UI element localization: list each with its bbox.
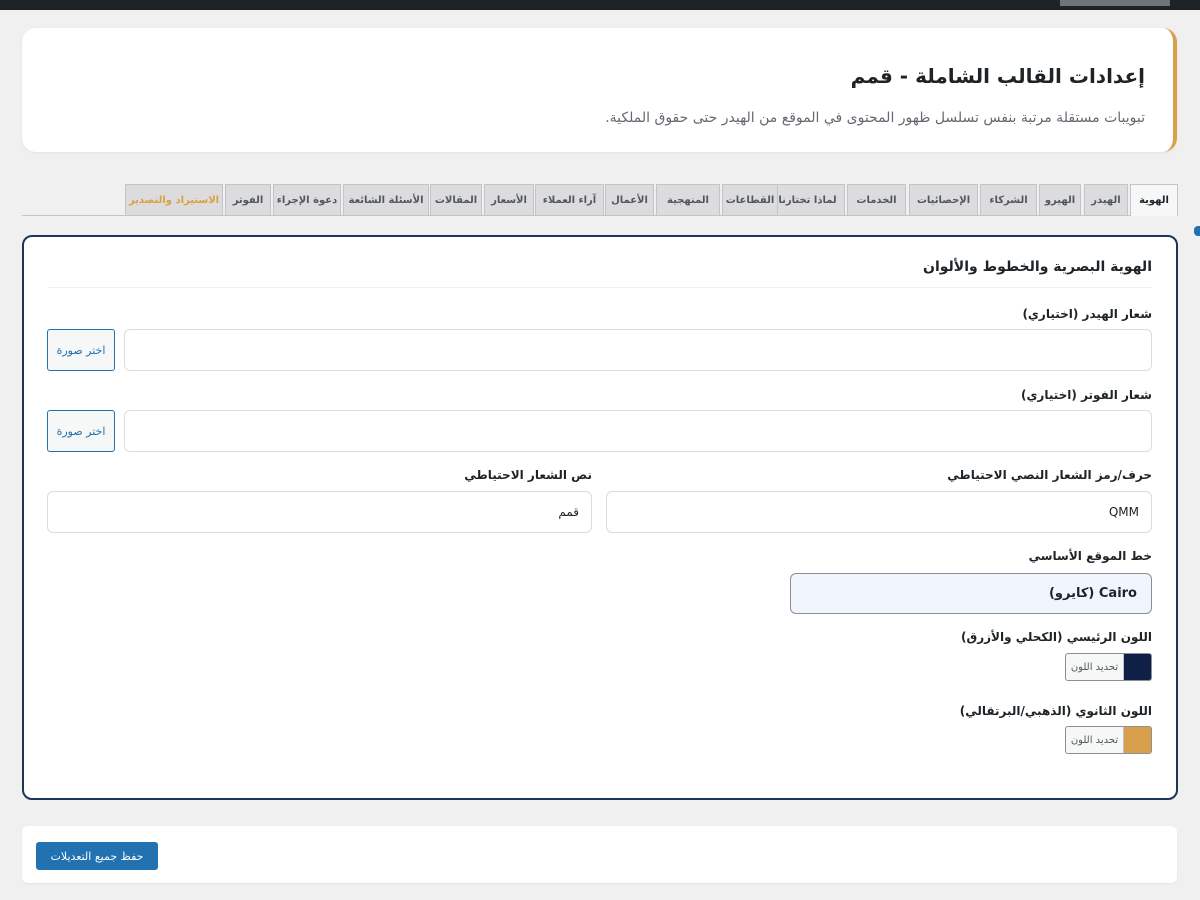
tab-partners[interactable]: الشركاء: [980, 184, 1037, 215]
site-font-label: خط الموقع الأساسي: [1028, 549, 1152, 563]
footer-logo-label: شعار الفوتر (اختياري): [1020, 388, 1152, 402]
page-title: إعدادات القالب الشاملة - قمم: [850, 64, 1145, 88]
section-divider: [48, 287, 1152, 288]
primary-color-label: اللون الرئيسي (الكحلي والأزرق): [961, 630, 1152, 644]
identity-panel: الهوية البصرية والخطوط والألوان شعار اله…: [22, 235, 1178, 800]
admin-bar: [0, 0, 1200, 10]
tab-footer[interactable]: الفوتر: [225, 184, 271, 215]
page-subtitle: تبويبات مستقلة مرتبة بنفس تسلسل ظهور الم…: [605, 110, 1145, 126]
tab-hero[interactable]: الهيرو: [1039, 184, 1081, 215]
fallback-char-input[interactable]: [606, 491, 1152, 533]
secondary-color-select-label: تحديد اللون: [1066, 727, 1124, 753]
tab-identity[interactable]: الهوية: [1130, 184, 1178, 216]
site-font-select[interactable]: Cairo (كايرو): [790, 573, 1152, 614]
tab-sectors[interactable]: القطاعات: [722, 184, 778, 215]
header-logo-choose-button[interactable]: اختر صورة: [47, 329, 115, 371]
tab-import-export[interactable]: الاستيراد والتصدير: [125, 184, 223, 215]
tab-cta[interactable]: دعوة الإجراء: [273, 184, 341, 215]
footer-logo-choose-button[interactable]: اختر صورة: [47, 410, 115, 452]
site-font-value: Cairo (كايرو): [1048, 586, 1137, 601]
tab-services[interactable]: الخدمات: [847, 184, 906, 215]
tab-testimonials[interactable]: آراء العملاء: [535, 184, 604, 215]
tab-why-us[interactable]: لماذا تختارنا: [770, 184, 845, 215]
secondary-color-swatch: [1124, 727, 1151, 753]
primary-color-swatch: [1124, 654, 1151, 680]
page-header: إعدادات القالب الشاملة - قمم تبويبات مست…: [22, 28, 1177, 152]
fallback-text-input[interactable]: [47, 491, 592, 533]
fallback-text-label: نص الشعار الاحتياطي: [464, 468, 592, 482]
scroll-indicator: [1194, 226, 1200, 236]
tab-faq[interactable]: الأسئلة الشائعة: [343, 184, 429, 215]
tab-articles[interactable]: المقالات: [430, 184, 482, 215]
settings-tabs: الهوية الهيدر الهيرو الشركاء الإحصائيات …: [22, 184, 1178, 216]
secondary-color-picker[interactable]: تحديد اللون: [1065, 726, 1152, 754]
header-logo-label: شعار الهيدر (اختياري): [1022, 307, 1152, 321]
tab-pricing[interactable]: الأسعار: [484, 184, 534, 215]
tab-portfolio[interactable]: الأعمال: [605, 184, 654, 215]
secondary-color-label: اللون الثانوي (الذهبي/البرتقالي): [959, 704, 1152, 718]
header-logo-input[interactable]: [124, 329, 1152, 371]
primary-color-picker[interactable]: تحديد اللون: [1065, 653, 1152, 681]
tab-statistics[interactable]: الإحصائيات: [909, 184, 978, 215]
tab-header[interactable]: الهيدر: [1084, 184, 1128, 215]
tab-methodology[interactable]: المنهجية: [656, 184, 720, 215]
footer-logo-input[interactable]: [124, 410, 1152, 452]
save-all-button[interactable]: حفظ جميع التعديلات: [36, 842, 158, 870]
save-bar: حفظ جميع التعديلات: [22, 826, 1177, 883]
section-title: الهوية البصرية والخطوط والألوان: [923, 259, 1152, 275]
fallback-char-label: حرف/رمز الشعار النصي الاحتياطي: [947, 468, 1152, 482]
primary-color-select-label: تحديد اللون: [1066, 654, 1124, 680]
